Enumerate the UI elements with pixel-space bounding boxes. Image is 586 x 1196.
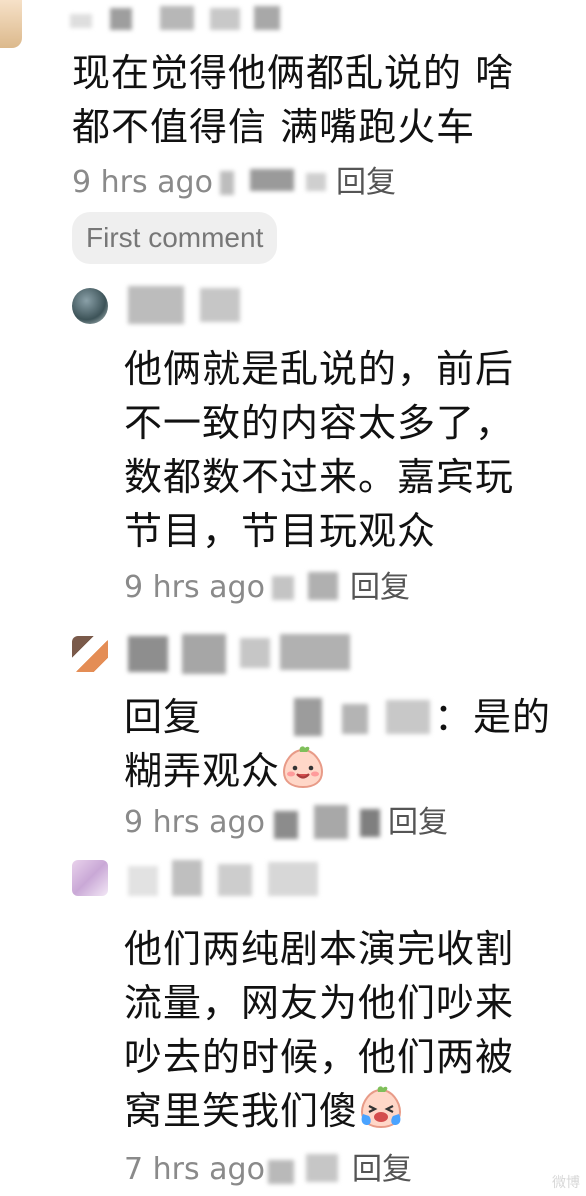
comment-3-text: 回复 ：是的 糊弄观众 [124,690,574,798]
username-comment-2[interactable] [128,286,248,326]
comment-1-line-2: 都不值得信 满嘴跑火车 [72,105,476,149]
comment-3-line-1: 回复 ：是的 [124,690,574,744]
comment-1-meta: 9 hrs ago 回复 [72,163,572,203]
reply-target-username[interactable] [294,698,434,736]
avatar-comment-2[interactable] [72,288,108,324]
comment-2-line-1: 他俩就是乱说的，前后 [124,347,515,391]
username-comment-4[interactable] [128,856,328,900]
username-comment-3[interactable] [128,632,358,676]
comment-2-reply-button[interactable]: 回复 [350,568,410,608]
comment-2-time: 9 hrs ago [124,570,265,605]
comment-1-text: 现在觉得他俩都乱说的 啥 都不值得信 满嘴跑火车 [72,46,582,154]
comment-3-meta: 9 hrs ago 回复 [124,803,564,843]
comment-4-meta: 7 hrs ago 回复 [124,1150,564,1190]
comment-2-line-3: 数都数不过来。嘉宾玩 [124,455,515,499]
comment-4-time: 7 hrs ago [124,1152,265,1187]
reply-suffix: ：是的 [434,695,552,739]
comment-2-text: 他俩就是乱说的，前后 不一致的内容太多了， 数都数不过来。嘉宾玩 节目，节目玩观… [124,342,574,558]
comment-4-line-1: 他们两纯剧本演完收割 [124,927,515,971]
comment-4-line-3: 吵去的时候，他们两被 [124,1035,515,1079]
avatar-comment-1[interactable] [0,0,22,48]
username-comment-1[interactable] [70,6,280,32]
comment-4-text: 他们两纯剧本演完收割 流量，网友为他们吵来 吵去的时候，他们两被 窝里笑我们傻 [124,922,574,1138]
comment-1-time: 9 hrs ago [72,165,213,200]
comment-4-line-2: 流量，网友为他们吵来 [124,981,515,1025]
comment-3-reply-button[interactable]: 回复 [388,803,448,843]
comment-2-line-2: 不一致的内容太多了， [124,401,515,445]
comment-1-reply-button[interactable]: 回复 [336,163,396,203]
comment-3-location [274,805,384,841]
comment-1-line-1: 现在觉得他俩都乱说的 啥 [72,51,515,95]
comment-1-location [220,169,330,197]
comment-2-line-4: 节目，节目玩观众 [124,509,437,553]
laughing-crying-peach-emoji [358,1084,404,1130]
reply-prefix: 回复 [124,695,203,739]
comment-4-line-4: 窝里笑我们傻 [124,1084,574,1138]
smiling-peach-emoji [280,744,326,790]
comment-3-line-2-text: 糊弄观众 [124,749,281,793]
comment-2-location [272,572,344,602]
comment-4-line-4-text: 窝里笑我们傻 [124,1089,359,1133]
comment-4-location [268,1154,344,1184]
comment-2-meta: 9 hrs ago 回复 [124,568,564,608]
comment-3-line-2: 糊弄观众 [124,744,574,798]
avatar-comment-4[interactable] [72,860,108,896]
first-comment-badge: First comment [72,212,278,264]
comment-3-time: 9 hrs ago [124,805,265,840]
avatar-comment-3[interactable] [72,636,108,672]
watermark: 微博 [552,1175,580,1191]
comment-4-reply-button[interactable]: 回复 [352,1150,412,1190]
